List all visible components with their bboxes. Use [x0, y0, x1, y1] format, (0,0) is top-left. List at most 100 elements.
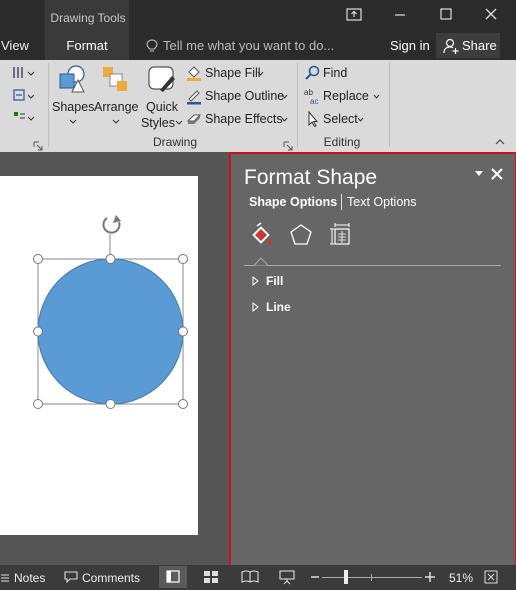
zoom-slider-track[interactable]: [322, 577, 422, 578]
text-direction-icon[interactable]: [12, 64, 40, 126]
arrange-icon: [103, 67, 127, 91]
pane-tab-divider: [341, 194, 342, 210]
dialog-launcher-icon: [33, 141, 43, 151]
quick-styles-icon: [148, 66, 175, 92]
close-window-icon[interactable]: [481, 4, 501, 24]
chevron-down-icon: [281, 117, 288, 122]
quick-styles-label-line1: Quick: [146, 100, 178, 114]
shape-effects-label: Shape Effects: [205, 112, 283, 126]
chevron-down-icon: [257, 71, 264, 76]
fit-slide-icon[interactable]: [483, 569, 499, 585]
slide-sorter-icon[interactable]: [203, 570, 219, 584]
chevron-down-icon: [175, 120, 183, 125]
find-button[interactable]: Find: [303, 64, 363, 82]
ribbon-separator: [48, 63, 49, 147]
shape-outline-label: Shape Outline: [205, 89, 285, 103]
selected-tab-pointer: [254, 257, 268, 266]
fill-line-icon[interactable]: [248, 222, 276, 250]
dialog-launcher-paragraph[interactable]: [33, 138, 43, 151]
share-label: Share: [462, 38, 497, 53]
blue-circle[interactable]: [37, 258, 184, 405]
ribbon-separator: [297, 63, 298, 147]
shape-fill-label: Shape Fill: [205, 66, 261, 80]
replace-icon: ab ac: [304, 88, 318, 105]
ribbon-display-options-icon[interactable]: [344, 4, 364, 24]
select-label: Select: [323, 112, 358, 126]
format-shape-pane: [229, 152, 516, 567]
expand-triangle-icon: [252, 302, 259, 312]
shape-outline-button[interactable]: Shape Outline: [185, 87, 289, 105]
chevron-down-icon: [112, 119, 120, 124]
arrange-button[interactable]: Arrange: [94, 64, 138, 130]
zoom-slider-midmark: [371, 574, 372, 581]
editing-group-label: Editing: [323, 135, 361, 149]
tab-text-options[interactable]: Text Options: [347, 195, 416, 209]
normal-view-icon: [166, 570, 180, 583]
pane-options-dropdown-icon[interactable]: [474, 170, 484, 178]
shapes-button[interactable]: Shapes: [52, 64, 94, 130]
dialog-launcher-icon: [283, 141, 293, 151]
drawing-tools-label: Drawing Tools: [50, 11, 126, 25]
notes-icon: [1, 574, 9, 582]
search-icon: [305, 65, 320, 80]
zoom-in-icon[interactable]: [424, 571, 436, 583]
minimize-icon[interactable]: [390, 4, 410, 24]
pane-title: Format Shape: [244, 166, 378, 189]
size-properties-icon[interactable]: [328, 222, 354, 248]
shape-effects-button[interactable]: Shape Effects: [185, 110, 289, 128]
replace-button[interactable]: ab ac Replace: [303, 87, 383, 105]
pen-outline-icon: [187, 90, 201, 105]
drawing-group-label: Drawing: [152, 135, 197, 149]
tab-format[interactable]: Format: [45, 38, 129, 53]
replace-label: Replace: [323, 89, 369, 103]
chevron-down-icon: [357, 117, 364, 122]
svg-text:ab: ab: [304, 88, 313, 97]
rotate-handle-icon[interactable]: [102, 215, 121, 234]
quick-styles-label-line2: Styles: [140, 116, 176, 130]
comments-label: Comments: [82, 571, 141, 585]
collapse-ribbon-icon[interactable]: [494, 138, 506, 146]
fill-section-label: Fill: [266, 274, 284, 288]
expand-triangle-icon: [252, 276, 259, 286]
selected-circle-shape[interactable]: [28, 210, 194, 414]
zoom-level[interactable]: 51%: [449, 571, 473, 585]
shapes-icon: [59, 65, 85, 93]
zoom-out-icon[interactable]: [310, 571, 320, 583]
sign-in-link[interactable]: Sign in: [390, 38, 430, 53]
cursor-arrow-icon: [308, 110, 319, 128]
maximize-icon[interactable]: [436, 4, 456, 24]
svg-text:ac: ac: [310, 97, 318, 105]
chevron-down-icon: [281, 94, 288, 99]
comments-button[interactable]: Comments: [64, 568, 144, 586]
lightbulb-icon: [146, 39, 158, 52]
share-person-icon: [443, 38, 459, 54]
line-section-label: Line: [266, 300, 291, 314]
shapes-label: Shapes: [52, 100, 95, 114]
line-section[interactable]: Line: [252, 299, 372, 315]
fill-section[interactable]: Fill: [252, 273, 372, 289]
dialog-launcher-drawing[interactable]: [283, 138, 293, 151]
chevron-down-icon: [373, 94, 380, 99]
shape-effects-icon: [186, 114, 202, 124]
arrange-label: Arrange: [94, 100, 139, 114]
close-pane-icon[interactable]: [490, 167, 504, 181]
zoom-slider-thumb[interactable]: [344, 570, 348, 584]
find-label: Find: [323, 66, 348, 80]
select-button[interactable]: Select: [303, 110, 367, 128]
paint-bucket-icon: [187, 66, 201, 81]
effects-pentagon-icon[interactable]: [288, 222, 314, 248]
chevron-down-icon: [69, 119, 77, 124]
shape-fill-button[interactable]: Shape Fill: [185, 64, 265, 82]
tab-shape-options[interactable]: Shape Options: [249, 195, 337, 209]
notes-label: Notes: [14, 571, 46, 585]
reading-view-icon[interactable]: [241, 570, 259, 584]
pane-divider: [244, 265, 501, 266]
ribbon-separator: [389, 63, 390, 147]
slideshow-icon[interactable]: [279, 569, 295, 585]
tab-view[interactable]: View: [1, 38, 29, 53]
comments-icon: [64, 571, 78, 583]
notes-button[interactable]: Notes: [0, 568, 50, 586]
quick-styles-button[interactable]: Quick Styles: [140, 64, 184, 130]
normal-view-button[interactable]: [159, 566, 187, 588]
tell-me-search[interactable]: Tell me what you want to do...: [163, 38, 334, 53]
